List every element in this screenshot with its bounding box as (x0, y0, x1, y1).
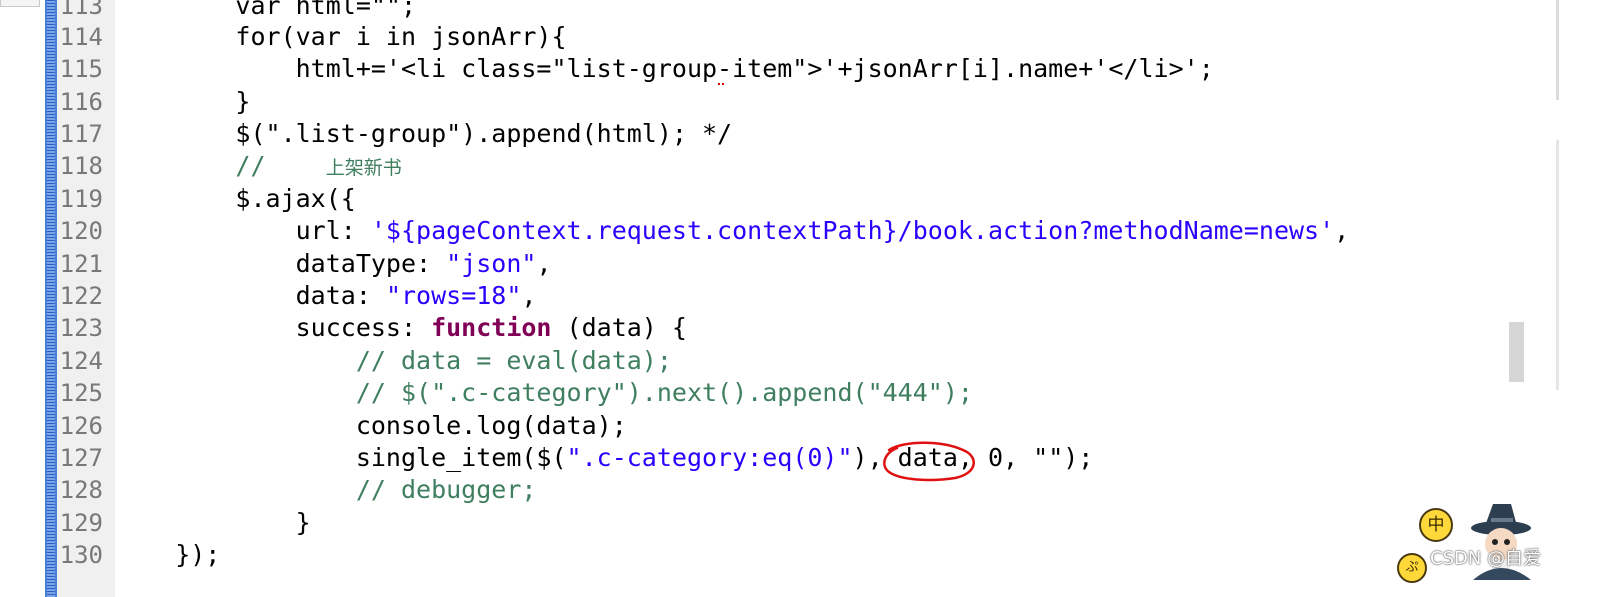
code-token: dataType: (115, 249, 447, 278)
code-line: success: function (data) { (115, 312, 687, 344)
code-token: url: (115, 216, 371, 245)
code-line: $(".list-group").append(html); */ (115, 119, 733, 148)
line-number: 123 (59, 314, 103, 342)
code-token: , (1334, 216, 1350, 245)
code-comment-cjk: 上架新书 (325, 157, 402, 179)
code-line: // 上架新书 (115, 150, 402, 182)
code-string: "rows=18" (385, 281, 522, 310)
panel-divider (1556, 0, 1559, 100)
ruler-hatch (47, 0, 55, 597)
code-string: ".c-category:eq(0)" (566, 443, 853, 472)
code-line: $.ajax({ (115, 184, 356, 213)
code-line: } (115, 87, 251, 116)
line-number: 126 (59, 412, 103, 440)
right-panel-edge (1528, 0, 1621, 597)
panel-divider (1556, 140, 1559, 390)
line-number: 129 (59, 509, 103, 537)
code-line: } (115, 508, 311, 537)
spelling-squiggle (718, 80, 724, 85)
line-number: 118 (59, 152, 103, 180)
code-token: success: (115, 313, 432, 342)
code-line: html+='<li class="list-group-item">'+jso… (115, 54, 1214, 83)
collapsed-tab[interactable] (0, 0, 40, 7)
code-line: }); (115, 540, 221, 569)
code-line: // $(".c-category").next().append("444")… (115, 378, 973, 407)
left-panel-edge (0, 0, 44, 597)
line-number: 120 (59, 217, 103, 245)
code-line: // debugger; (115, 475, 537, 504)
line-number: 113 (59, 0, 103, 20)
code-string: '${pageContext.request.contextPath}/book… (370, 216, 1335, 245)
code-line: // data = eval(data); (115, 346, 672, 375)
ime-indicator-icon[interactable]: 中 (1419, 508, 1453, 542)
line-number: 115 (59, 55, 103, 83)
overview-ruler (45, 0, 57, 597)
line-number: 122 (59, 282, 103, 310)
line-number: 119 (59, 185, 103, 213)
code-token: , (536, 249, 552, 278)
line-number: 124 (59, 347, 103, 375)
code-string: "json" (446, 249, 537, 278)
code-line: data: "rows=18", (115, 280, 537, 312)
code-editor[interactable]: var html=""; for(var i in jsonArr){ html… (115, 0, 1506, 597)
line-number: 125 (59, 379, 103, 407)
code-comment: // (115, 151, 326, 180)
csdn-watermark: CSDN @自爱 (1430, 548, 1542, 569)
code-token: , (521, 281, 537, 310)
code-token: single_item($( (115, 443, 567, 472)
line-number: 127 (59, 444, 103, 472)
scrollbar-thumb[interactable] (1509, 322, 1524, 382)
line-number: 128 (59, 476, 103, 504)
code-token: data: (115, 281, 386, 310)
code-line: url: '${pageContext.request.contextPath}… (115, 215, 1350, 247)
ime-mode-icon[interactable]: ぷ (1397, 553, 1427, 583)
code-line: console.log(data); (115, 411, 627, 440)
code-line: var html=""; (115, 0, 417, 20)
code-keyword: function (431, 313, 552, 342)
red-circle-annotation (883, 441, 975, 482)
line-number: 130 (59, 541, 103, 569)
code-line: for(var i in jsonArr){ (115, 22, 567, 51)
line-number: 114 (59, 23, 103, 51)
line-number: 117 (59, 120, 103, 148)
line-number: 116 (59, 88, 103, 116)
code-token: (data) { (551, 313, 687, 342)
line-number: 121 (59, 250, 103, 278)
code-line: dataType: "json", (115, 248, 552, 280)
